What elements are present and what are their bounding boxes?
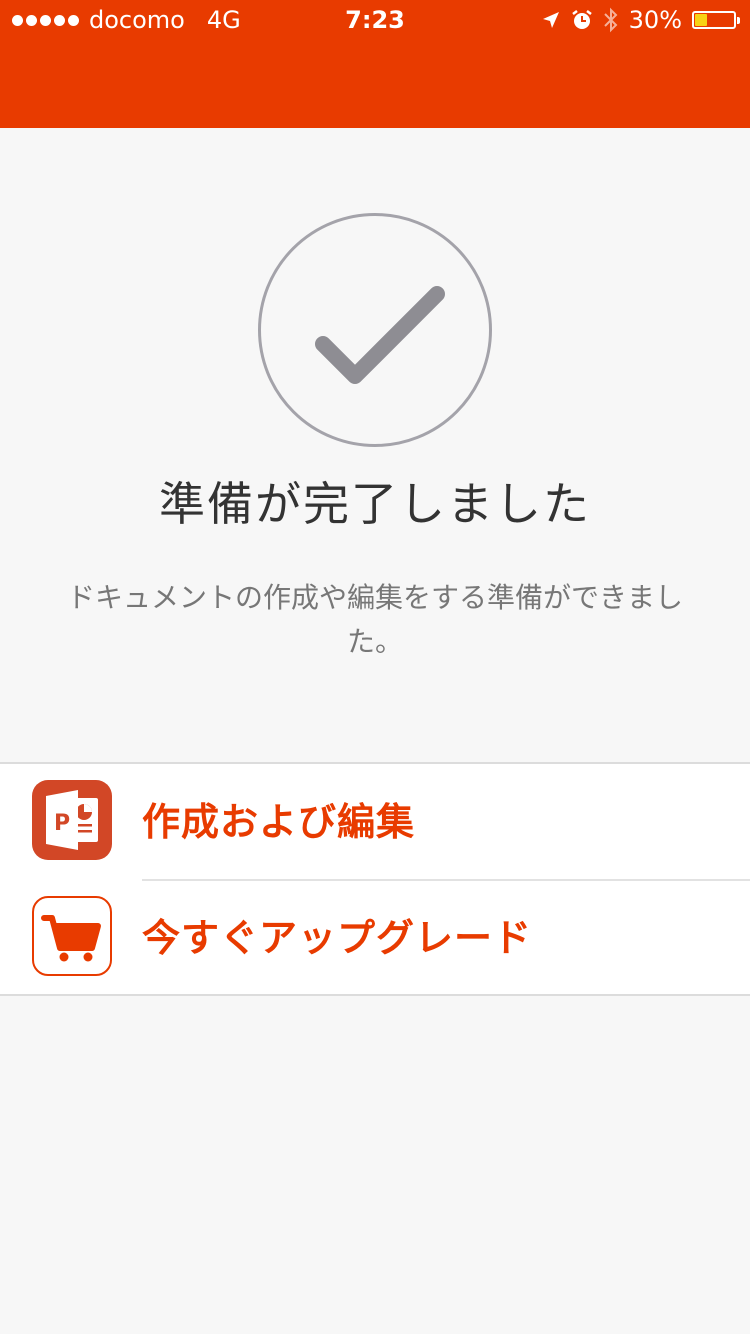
app-header: docomo 4G 7:23 30% — [0, 0, 750, 128]
battery-percentage: 30% — [628, 6, 682, 34]
location-arrow-icon — [542, 12, 559, 28]
status-left: docomo 4G — [12, 0, 241, 40]
battery-level — [695, 14, 707, 26]
network-type: 4G — [206, 6, 241, 34]
action-list: P 作成および編集 今すぐアップグレード — [0, 762, 750, 996]
carrier-name: docomo — [89, 6, 185, 34]
ready-title: 準備が完了しました — [159, 477, 591, 531]
bluetooth-icon — [603, 7, 618, 33]
checkmark-icon — [258, 213, 492, 447]
shopping-cart-icon — [32, 896, 112, 976]
powerpoint-icon: P — [32, 780, 112, 860]
battery-icon — [692, 11, 740, 29]
svg-text:P: P — [54, 811, 70, 836]
status-right: 30% — [541, 0, 740, 40]
ready-description: ドキュメントの作成や編集をする準備ができました。 — [66, 581, 683, 658]
upgrade-now-label: 今すぐアップグレード — [142, 916, 533, 960]
signal-strength-icon — [12, 14, 79, 26]
create-and-edit-label: 作成および編集 — [142, 800, 416, 844]
create-and-edit-button[interactable]: P 作成および編集 — [0, 764, 750, 880]
upgrade-now-button[interactable]: 今すぐアップグレード — [0, 880, 750, 996]
alarm-icon — [571, 10, 592, 29]
status-bar: docomo 4G 7:23 30% — [0, 0, 750, 40]
